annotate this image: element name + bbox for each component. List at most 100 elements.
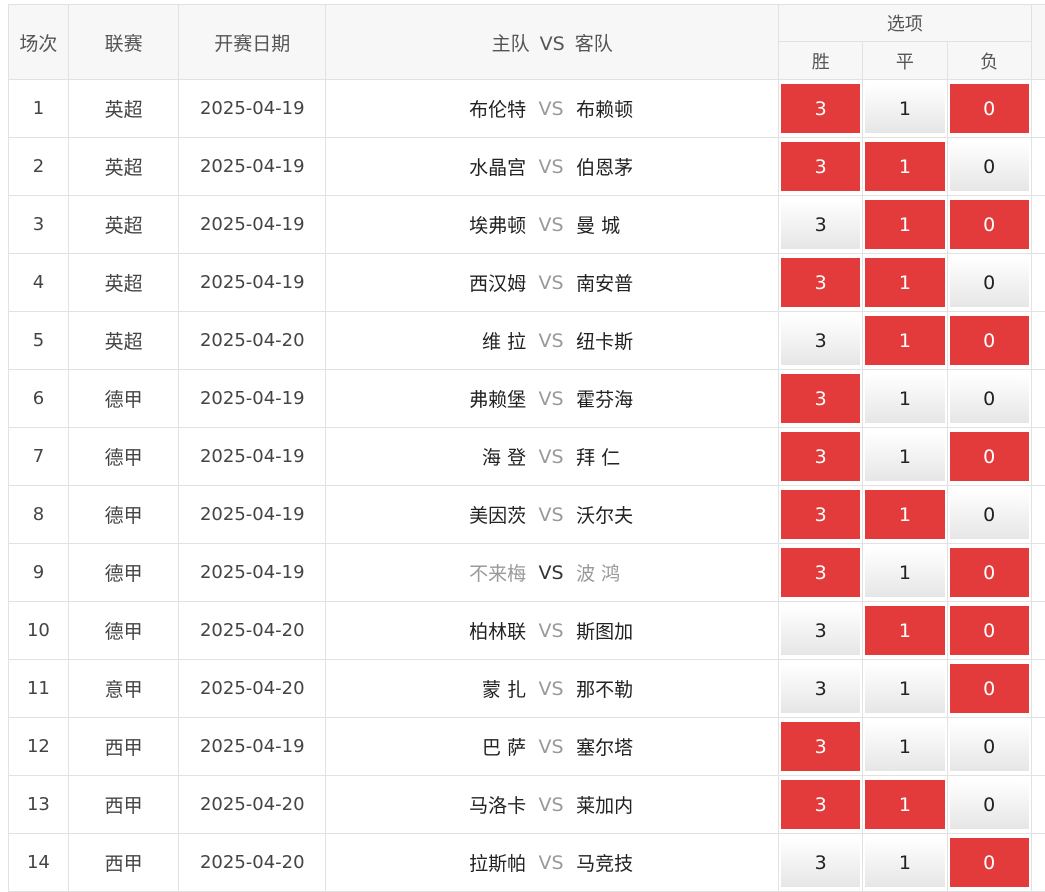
- match-teams-wrap: 埃弗顿VS曼 城: [326, 211, 778, 238]
- option-cell-lose: 0: [947, 660, 1031, 718]
- option-win-button[interactable]: 3: [781, 200, 860, 249]
- match-teams-wrap: 美因茨VS沃尔夫: [326, 501, 778, 528]
- option-draw-button[interactable]: 1: [865, 722, 945, 771]
- vs-label: VS: [526, 504, 576, 526]
- match-index: 5: [9, 312, 69, 370]
- row-edge: [1031, 486, 1045, 544]
- match-index: 2: [9, 138, 69, 196]
- home-team: 海 登: [326, 443, 526, 470]
- option-win-button[interactable]: 3: [781, 374, 860, 423]
- option-win-button[interactable]: 3: [781, 838, 860, 887]
- header-date: 开赛日期: [179, 5, 326, 80]
- match-index: 12: [9, 718, 69, 776]
- option-lose-button[interactable]: 0: [950, 316, 1029, 365]
- match-date: 2025-04-19: [179, 370, 326, 428]
- match-league: 德甲: [68, 428, 179, 486]
- header-lose: 负: [947, 42, 1031, 80]
- option-draw-button[interactable]: 1: [865, 142, 945, 191]
- option-cell-win: 3: [779, 776, 863, 834]
- vs-label: VS: [526, 736, 576, 758]
- table-row: 13西甲2025-04-20马洛卡VS莱加内310: [9, 776, 1045, 834]
- option-cell-win: 3: [779, 138, 863, 196]
- option-draw-button[interactable]: 1: [865, 258, 945, 307]
- option-draw-button[interactable]: 1: [865, 432, 945, 481]
- option-win-button[interactable]: 3: [781, 664, 860, 713]
- match-date: 2025-04-20: [179, 834, 326, 892]
- option-draw-button[interactable]: 1: [865, 606, 945, 655]
- option-lose-button[interactable]: 0: [950, 142, 1029, 191]
- option-cell-draw: 1: [863, 718, 948, 776]
- vs-label: VS: [526, 852, 576, 874]
- match-index: 10: [9, 602, 69, 660]
- option-lose-button[interactable]: 0: [950, 84, 1029, 133]
- option-cell-win: 3: [779, 660, 863, 718]
- match-date: 2025-04-19: [179, 718, 326, 776]
- option-lose-button[interactable]: 0: [950, 200, 1029, 249]
- row-edge: [1031, 544, 1045, 602]
- table-row: 10德甲2025-04-20柏林联VS斯图加310: [9, 602, 1045, 660]
- match-teams-wrap: 海 登VS拜 仁: [326, 443, 778, 470]
- match-rows: 1英超2025-04-19布伦特VS布赖顿3102英超2025-04-19水晶宫…: [9, 80, 1045, 892]
- option-lose-button[interactable]: 0: [950, 490, 1029, 539]
- vs-label: VS: [526, 214, 576, 236]
- option-cell-win: 3: [779, 834, 863, 892]
- table-row: 14西甲2025-04-20拉斯帕VS马竞技310: [9, 834, 1045, 892]
- option-win-button[interactable]: 3: [781, 548, 860, 597]
- option-draw-button[interactable]: 1: [865, 838, 945, 887]
- match-teams: 美因茨VS沃尔夫: [326, 486, 779, 544]
- option-lose-button[interactable]: 0: [950, 258, 1029, 307]
- option-lose-button[interactable]: 0: [950, 838, 1029, 887]
- option-lose-button[interactable]: 0: [950, 432, 1029, 481]
- option-cell-draw: 1: [863, 834, 948, 892]
- option-lose-button[interactable]: 0: [950, 664, 1029, 713]
- row-edge: [1031, 602, 1045, 660]
- option-draw-button[interactable]: 1: [865, 374, 945, 423]
- option-win-button[interactable]: 3: [781, 722, 860, 771]
- option-cell-draw: 1: [863, 544, 948, 602]
- match-teams: 不来梅VS波 鸿: [326, 544, 779, 602]
- option-win-button[interactable]: 3: [781, 432, 860, 481]
- option-win-button[interactable]: 3: [781, 316, 860, 365]
- option-win-button[interactable]: 3: [781, 606, 860, 655]
- option-lose-button[interactable]: 0: [950, 780, 1029, 829]
- away-team: 霍芬海: [576, 385, 778, 412]
- option-lose-button[interactable]: 0: [950, 548, 1029, 597]
- option-lose-button[interactable]: 0: [950, 722, 1029, 771]
- option-lose-button[interactable]: 0: [950, 606, 1029, 655]
- row-edge: [1031, 80, 1045, 138]
- match-index: 13: [9, 776, 69, 834]
- match-index: 6: [9, 370, 69, 428]
- match-teams-wrap: 巴 萨VS塞尔塔: [326, 733, 778, 760]
- option-draw-button[interactable]: 1: [865, 316, 945, 365]
- option-win-button[interactable]: 3: [781, 258, 860, 307]
- match-teams-wrap: 蒙 扎VS那不勒: [326, 675, 778, 702]
- option-cell-lose: 0: [947, 428, 1031, 486]
- option-win-button[interactable]: 3: [781, 84, 860, 133]
- match-date: 2025-04-19: [179, 254, 326, 312]
- option-draw-button[interactable]: 1: [865, 548, 945, 597]
- option-cell-draw: 1: [863, 138, 948, 196]
- home-team: 弗赖堡: [326, 385, 526, 412]
- option-win-button[interactable]: 3: [781, 490, 860, 539]
- match-teams-wrap: 西汉姆VS南安普: [326, 269, 778, 296]
- vs-label: VS: [526, 272, 576, 294]
- option-win-button[interactable]: 3: [781, 142, 860, 191]
- home-team: 马洛卡: [326, 791, 526, 818]
- home-team: 美因茨: [326, 501, 526, 528]
- option-draw-button[interactable]: 1: [865, 780, 945, 829]
- home-team: 西汉姆: [326, 269, 526, 296]
- option-win-button[interactable]: 3: [781, 780, 860, 829]
- match-teams: 巴 萨VS塞尔塔: [326, 718, 779, 776]
- option-draw-button[interactable]: 1: [865, 200, 945, 249]
- option-cell-lose: 0: [947, 776, 1031, 834]
- option-lose-button[interactable]: 0: [950, 374, 1029, 423]
- option-draw-button[interactable]: 1: [865, 664, 945, 713]
- table-row: 4英超2025-04-19西汉姆VS南安普310: [9, 254, 1045, 312]
- option-draw-button[interactable]: 1: [865, 84, 945, 133]
- match-league: 英超: [68, 312, 179, 370]
- home-team: 柏林联: [326, 617, 526, 644]
- match-teams-wrap: 柏林联VS斯图加: [326, 617, 778, 644]
- away-team: 斯图加: [576, 617, 778, 644]
- option-draw-button[interactable]: 1: [865, 490, 945, 539]
- match-teams-wrap: 维 拉VS纽卡斯: [326, 327, 778, 354]
